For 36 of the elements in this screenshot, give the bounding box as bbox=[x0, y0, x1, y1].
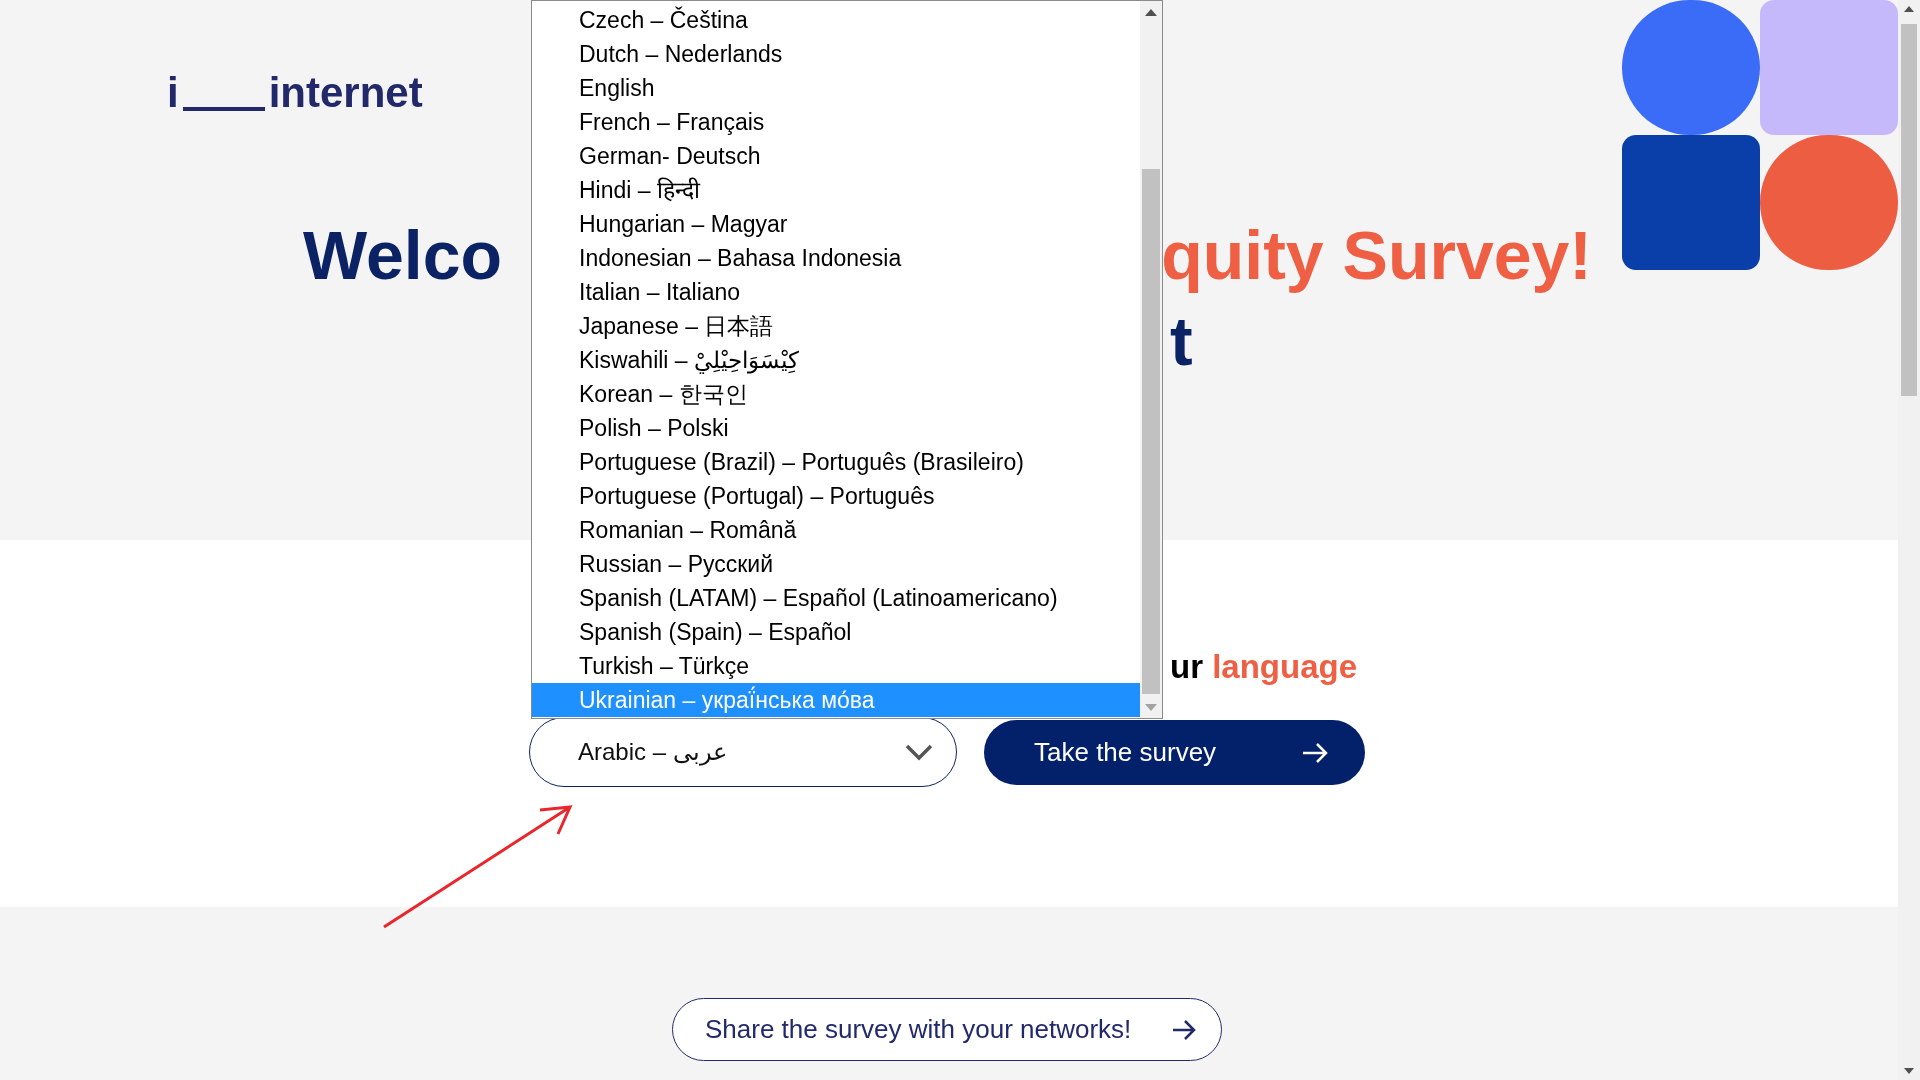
scroll-up-icon[interactable] bbox=[1904, 6, 1914, 12]
scrollbar-thumb[interactable] bbox=[1901, 24, 1917, 396]
language-option[interactable]: German- Deutsch bbox=[532, 139, 1140, 173]
language-option[interactable]: Russian – Русский bbox=[532, 547, 1140, 581]
language-option[interactable]: Spanish (LATAM) – Español (Latinoamericano) bbox=[532, 581, 1140, 615]
language-option[interactable]: Czech – Čeština bbox=[532, 3, 1140, 37]
scrollbar-thumb[interactable] bbox=[1142, 169, 1160, 694]
language-option[interactable]: Romanian – Română bbox=[532, 513, 1140, 547]
heading-text: t bbox=[1170, 307, 1193, 375]
take-survey-button[interactable]: Take the survey bbox=[984, 720, 1365, 785]
language-option[interactable]: Italian – Italiano bbox=[532, 275, 1140, 309]
language-option[interactable]: Indonesian – Bahasa Indonesia bbox=[532, 241, 1140, 275]
chevron-icon bbox=[904, 743, 934, 761]
language-option[interactable]: Hindi – हिन्दी bbox=[532, 173, 1140, 207]
heading-text: Welco bbox=[303, 221, 503, 289]
arrow-icon bbox=[1171, 1018, 1197, 1041]
language-option[interactable]: Polish – Polski bbox=[532, 411, 1140, 445]
scroll-up-icon[interactable] bbox=[1145, 9, 1157, 16]
scroll-down-icon[interactable] bbox=[1904, 1068, 1914, 1074]
language-option[interactable]: Japanese – 日本語 bbox=[532, 309, 1140, 343]
language-option[interactable]: Hungarian – Magyar bbox=[532, 207, 1140, 241]
language-option[interactable]: Spanish (Spain) – Español bbox=[532, 615, 1140, 649]
language-option[interactable]: Dutch – Nederlands bbox=[532, 37, 1140, 71]
language-option[interactable]: French – Français bbox=[532, 105, 1140, 139]
language-option[interactable]: Turkish – Türkçe bbox=[532, 649, 1140, 683]
language-option[interactable]: Kiswahili – كِيْسَوَاحِيْلِيْ bbox=[532, 343, 1140, 377]
language-option[interactable]: Portuguese (Brazil) – Português (Brasileiro) bbox=[532, 445, 1140, 479]
language-prompt: ur language bbox=[1170, 650, 1358, 683]
share-button[interactable]: Share the survey with your networks! bbox=[672, 998, 1222, 1061]
language-option[interactable]: Korean – 한국인 bbox=[532, 377, 1140, 411]
list-scrollbar[interactable] bbox=[1140, 1, 1162, 718]
site-logo[interactable]: i internet bbox=[167, 72, 423, 114]
language-select[interactable]: Arabic – عربى bbox=[529, 717, 957, 787]
arrow-icon bbox=[1301, 741, 1329, 764]
language-option[interactable]: Portuguese (Portugal) – Português bbox=[532, 479, 1140, 513]
language-option[interactable]: English bbox=[532, 71, 1140, 105]
